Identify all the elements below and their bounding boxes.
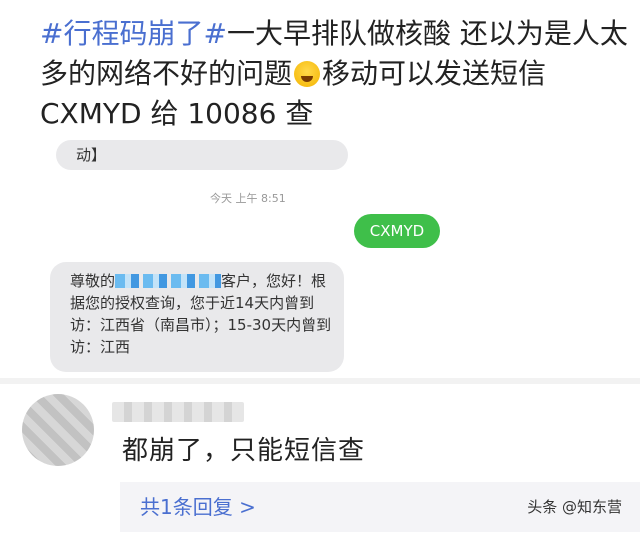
reply-message-bubble: 尊敬的 客户，您好！根据您的授权查询，您于近14天内曾到访：江西省（南昌市）；15… — [50, 262, 344, 372]
sent-message-bubble: CXMYD — [354, 214, 440, 248]
hashtag-link[interactable]: #行程码崩了# — [40, 17, 227, 50]
avatar[interactable] — [22, 394, 94, 466]
redaction-mark — [115, 274, 222, 288]
crying-laughing-emoji-icon — [294, 61, 321, 87]
reply-prefix: 尊敬的 — [70, 272, 116, 290]
replies-box: 共1条回复 > 头条 @知东营 — [120, 482, 640, 532]
username-redacted — [112, 402, 244, 422]
comment-text: 都崩了，只能短信查 — [122, 436, 366, 466]
post-text: #行程码崩了#一大早排队做核酸 还以为是人太多的网络不好的问题 移动可以发送短信 … — [40, 14, 640, 134]
watermark: 头条 @知东营 — [527, 498, 622, 516]
sms-screenshot: 动】 今天 上午 8:51 CXMYD 尊敬的 客户，您好！根据您的授权查询，您于… — [40, 136, 640, 378]
view-replies-link[interactable]: 共1条回复 > — [140, 482, 256, 532]
comment-item: 都崩了，只能短信查 共1条回复 > 头条 @知东营 — [0, 384, 640, 537]
previous-message-bubble: 动】 — [56, 140, 348, 170]
message-timestamp: 今天 上午 8:51 — [210, 192, 286, 205]
